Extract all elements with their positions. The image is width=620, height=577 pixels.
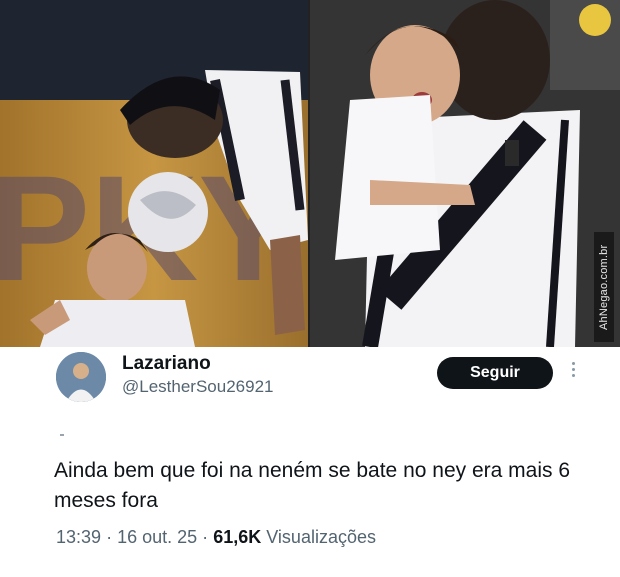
meta-separator: ·	[106, 527, 113, 547]
more-vertical-icon[interactable]	[568, 362, 578, 382]
views-count[interactable]: 61,6K	[213, 527, 261, 547]
views-label: Visualizações	[266, 527, 376, 547]
avatar[interactable]	[56, 352, 106, 402]
user-handle[interactable]: @LestherSou26921	[122, 377, 273, 397]
tweet-meta: 13:39 · 16 out. 25 · 61,6K Visualizações	[56, 527, 376, 548]
tweet-photo-strip[interactable]: PKY	[0, 0, 620, 347]
tweet-time[interactable]: 13:39	[56, 527, 101, 547]
tweet-date[interactable]: 16 out. 25	[117, 527, 197, 547]
display-name[interactable]: Lazariano	[122, 353, 211, 375]
divider-mark	[60, 434, 64, 436]
photo-right-illustration	[310, 0, 620, 347]
meta-separator-2: ·	[202, 527, 209, 547]
follow-button[interactable]: Seguir	[437, 357, 553, 389]
photo-left[interactable]: PKY	[0, 0, 308, 347]
photo-right[interactable]	[310, 0, 620, 347]
photo-left-illustration: PKY	[0, 0, 308, 347]
avatar-image	[56, 352, 106, 402]
watermark: AhNegao.com.br	[594, 232, 614, 342]
tweet-text: Ainda bem que foi na neném se bate no ne…	[54, 459, 570, 512]
